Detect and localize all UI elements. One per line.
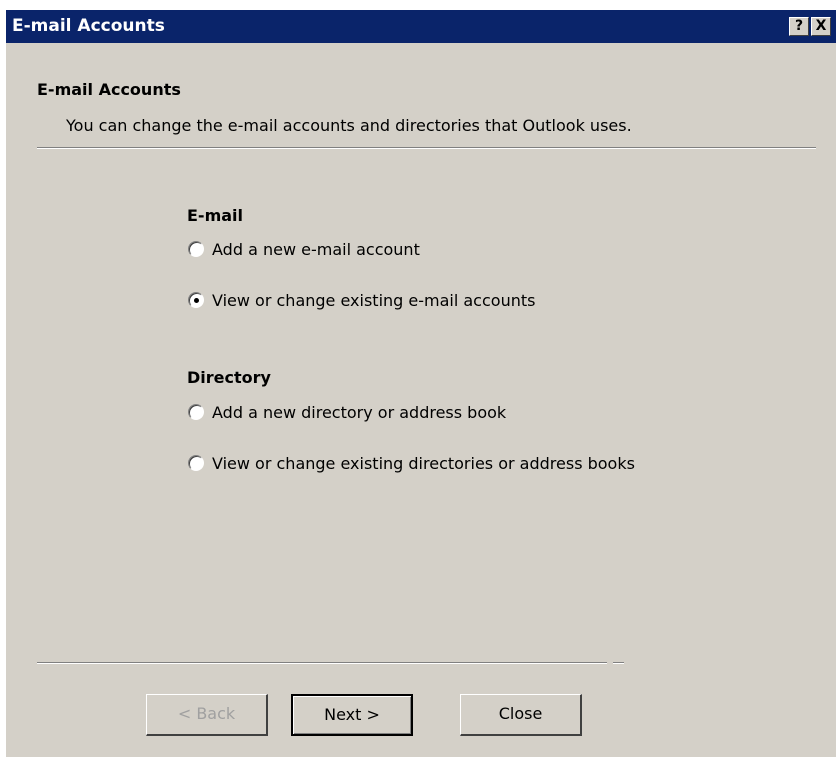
- radio-view-change-directories[interactable]: View or change existing directories or a…: [188, 452, 635, 474]
- directory-section-title: Directory: [187, 368, 271, 387]
- page-title: E-mail Accounts: [37, 80, 181, 99]
- help-icon[interactable]: ?: [789, 17, 809, 36]
- next-button[interactable]: Next >: [291, 694, 413, 736]
- page-description: You can change the e-mail accounts and d…: [66, 116, 632, 135]
- radio-unchecked-icon[interactable]: [188, 455, 204, 471]
- window-title: E-mail Accounts: [12, 16, 165, 36]
- footer-divider-tail: [613, 662, 624, 664]
- radio-label[interactable]: Add a new e-mail account: [212, 240, 420, 259]
- radio-view-change-email-accounts[interactable]: View or change existing e-mail accounts: [188, 289, 535, 311]
- title-bar[interactable]: E-mail Accounts ? X: [6, 10, 836, 43]
- radio-unchecked-icon[interactable]: [188, 241, 204, 257]
- close-button[interactable]: Close: [460, 694, 582, 736]
- back-button[interactable]: < Back: [146, 694, 268, 736]
- radio-label[interactable]: View or change existing e-mail accounts: [212, 291, 535, 310]
- email-accounts-dialog: E-mail Accounts ? X E-mail Accounts You …: [6, 10, 836, 757]
- close-icon[interactable]: X: [811, 17, 831, 36]
- radio-add-email-account[interactable]: Add a new e-mail account: [188, 238, 420, 260]
- header-divider: [37, 147, 816, 149]
- email-section-title: E-mail: [187, 206, 244, 225]
- radio-checked-icon[interactable]: [188, 292, 204, 308]
- footer-divider: [37, 662, 607, 664]
- radio-label[interactable]: View or change existing directories or a…: [212, 454, 635, 473]
- radio-label[interactable]: Add a new directory or address book: [212, 403, 506, 422]
- radio-add-directory[interactable]: Add a new directory or address book: [188, 401, 506, 423]
- radio-unchecked-icon[interactable]: [188, 404, 204, 420]
